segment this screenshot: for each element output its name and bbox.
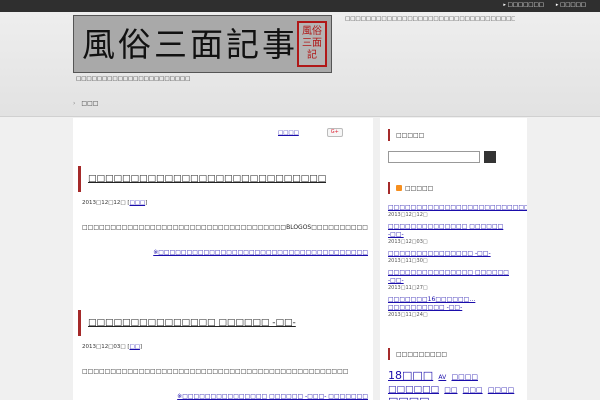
search-button[interactable] [484, 151, 496, 163]
post-meta: 2013□12□12□ [□□□] [82, 200, 148, 206]
feed-widget: □□□□□ □□□□□□□□□□□□□□□□□□□□□□□□□□□□ 2013□… [388, 182, 527, 323]
post-category-link[interactable]: □□ [130, 344, 140, 350]
feed-item-link[interactable]: □□□□□□□16□□□□□□…□□□□□□□□□□ -□□- [388, 296, 520, 312]
share-link[interactable]: □□□□ [278, 130, 299, 136]
feed-item: □□□□□□□□□□□□□□□□□□□□□□□□□□□□ 2013□12□12□ [388, 204, 527, 219]
tag-link[interactable]: □□□ [463, 386, 483, 394]
feed-item: □□□□□□□□□□□□□□ □□□□□□ -□□- 2013□12□03□ [388, 223, 520, 246]
tag-cloud: 18□□□ AV □□□□ □□□□□□ □□ □□□ □□□□ □□□□ □□… [388, 370, 520, 400]
post-source-link[interactable]: ※□□□□□□□□□□□□□□□ □□□□□□ -□□□- □□□□□□□ [177, 393, 368, 400]
feed-item: □□□□□□□□□□□□□□□ -□□- 2013□11□30□ [388, 250, 520, 265]
tag-link[interactable]: □□ [444, 386, 457, 394]
post-date: 2013□12□03□ [82, 344, 126, 350]
post-meta: 2013□12□03□ [□□] [82, 344, 143, 350]
global-nav: › □□□ [73, 100, 98, 107]
feed-widget-title-text: □□□□□ [405, 184, 434, 192]
main-content: □□□□ G+ □□□□□□□□□□□□□□□□□□□□□□□□□□□□ 201… [73, 118, 373, 400]
feed-item-date: 2013□12□03□ [388, 239, 428, 245]
post-source-link[interactable]: ※□□□□□□□□□□□□□□□□□□□□□□□□□□□□□□□□□□□□□ [153, 249, 368, 256]
top-link-1[interactable]: □□□□□□□ [503, 2, 544, 8]
post-excerpt: □□□□□□□□□□□□□□□□□□□□□□□□□□□□□□□□□□□□□□□□… [82, 368, 349, 375]
logo-text: 風俗三面記事 [82, 25, 298, 64]
share-bar: □□□□ G+ [278, 128, 343, 137]
logo-seal: 風俗三面記 [297, 21, 327, 67]
gplus-button[interactable]: G+ [326, 128, 343, 137]
post-title-link[interactable]: □□□□□□□□□□□□□□□ □□□□□□ -□□- [88, 318, 296, 328]
search-widget-title-text: □□□□□ [396, 131, 425, 139]
tag-link[interactable]: □□□□ [488, 386, 514, 394]
search-row [388, 151, 520, 163]
post-title-block: □□□□□□□□□□□□□□□□□□□□□□□□□□□□ [78, 166, 368, 192]
rss-icon [396, 185, 402, 191]
search-widget-title: □□□□□ [388, 129, 520, 141]
tag-link[interactable]: □□□□ [388, 395, 430, 400]
post-title-block: □□□□□□□□□□□□□□□ □□□□□□ -□□- [78, 310, 368, 336]
tags-widget: □□□□□□□□□ 18□□□ AV □□□□ □□□□□□ □□ □□□ □□… [388, 348, 520, 400]
post-1: □□□□□□□□□□□□□□□□□□□□□□□□□□□□ 2013□12□12□… [78, 166, 368, 256]
feed-item-link[interactable]: □□□□□□□□□□□□□□□ □□□□□□ -□□- [388, 269, 520, 285]
search-widget: □□□□□ [388, 129, 520, 163]
feed-item-link[interactable]: □□□□□□□□□□□□□□□□□□□□□□□□□□□□ [388, 204, 527, 212]
post-date: 2013□12□12□ [82, 200, 126, 206]
top-link-2[interactable]: □□□□□ [556, 2, 586, 8]
site-tagline: □□□□□□□□□□□□□□□□□□□□□□ [76, 76, 191, 82]
sidebar: □□□□□ □□□□□ □□□□□□□□□□□□□□□□□□□□□□□□□□□□… [380, 118, 527, 400]
site-description: □□□□□□□□□□□□□□□□□□□□□□□□□□□□□□□□□□□□□□ [345, 16, 515, 22]
tag-link[interactable]: □□□□□□ [388, 385, 439, 395]
post-2: □□□□□□□□□□□□□□□ □□□□□□ -□□- 2013□12□03□ … [78, 310, 368, 400]
feed-item-date: 2013□11□30□ [388, 258, 428, 264]
feed-list: □□□□□□□□□□□□□□□□□□□□□□□□□□□□ 2013□12□12□… [388, 204, 527, 319]
post-category-link[interactable]: □□□ [130, 200, 146, 206]
search-input[interactable] [388, 151, 480, 163]
tags-widget-title-text: □□□□□□□□□ [396, 350, 448, 358]
feed-item: □□□□□□□□□□□□□□□ □□□□□□ -□□- 2013□11□27□ [388, 269, 520, 292]
tag-link[interactable]: □□□□ [451, 373, 477, 381]
feed-item-date: 2013□12□12□ [388, 212, 428, 218]
feed-item-date: 2013□11□24□ [388, 312, 428, 318]
top-links: □□□□□□□ □□□□□ [503, 2, 586, 8]
nav-arrow-icon: › [73, 100, 76, 107]
nav-home-link[interactable]: □□□ [81, 100, 98, 107]
feed-item: □□□□□□□16□□□□□□…□□□□□□□□□□ -□□- 2013□11□… [388, 296, 520, 319]
tag-link[interactable]: 18□□□ [388, 369, 433, 382]
post-source: ※□□□□□□□□□□□□□□□□□□□□□□□□□□□□□□□□□□□□□ [78, 249, 368, 256]
feed-item-date: 2013□11□27□ [388, 285, 428, 291]
feed-item-link[interactable]: □□□□□□□□□□□□□□□ -□□- [388, 250, 520, 258]
post-title-link[interactable]: □□□□□□□□□□□□□□□□□□□□□□□□□□□□ [88, 174, 326, 184]
tags-widget-title: □□□□□□□□□ [388, 348, 520, 360]
post-excerpt: □□□□□□□□□□□□□□□□□□□□□□□□□□□□□□□□□□□□BLOG… [82, 224, 368, 231]
feed-widget-title: □□□□□ [388, 182, 520, 194]
tag-link[interactable]: AV [438, 374, 446, 381]
feed-item-link[interactable]: □□□□□□□□□□□□□□ □□□□□□ -□□- [388, 223, 520, 239]
site-logo[interactable]: 風俗三面記事 風俗三面記 [73, 15, 332, 73]
post-source: ※□□□□□□□□□□□□□□□ □□□□□□ -□□□- □□□□□□□ [78, 393, 368, 400]
top-bar: □□□□□□□ □□□□□ [0, 0, 600, 12]
